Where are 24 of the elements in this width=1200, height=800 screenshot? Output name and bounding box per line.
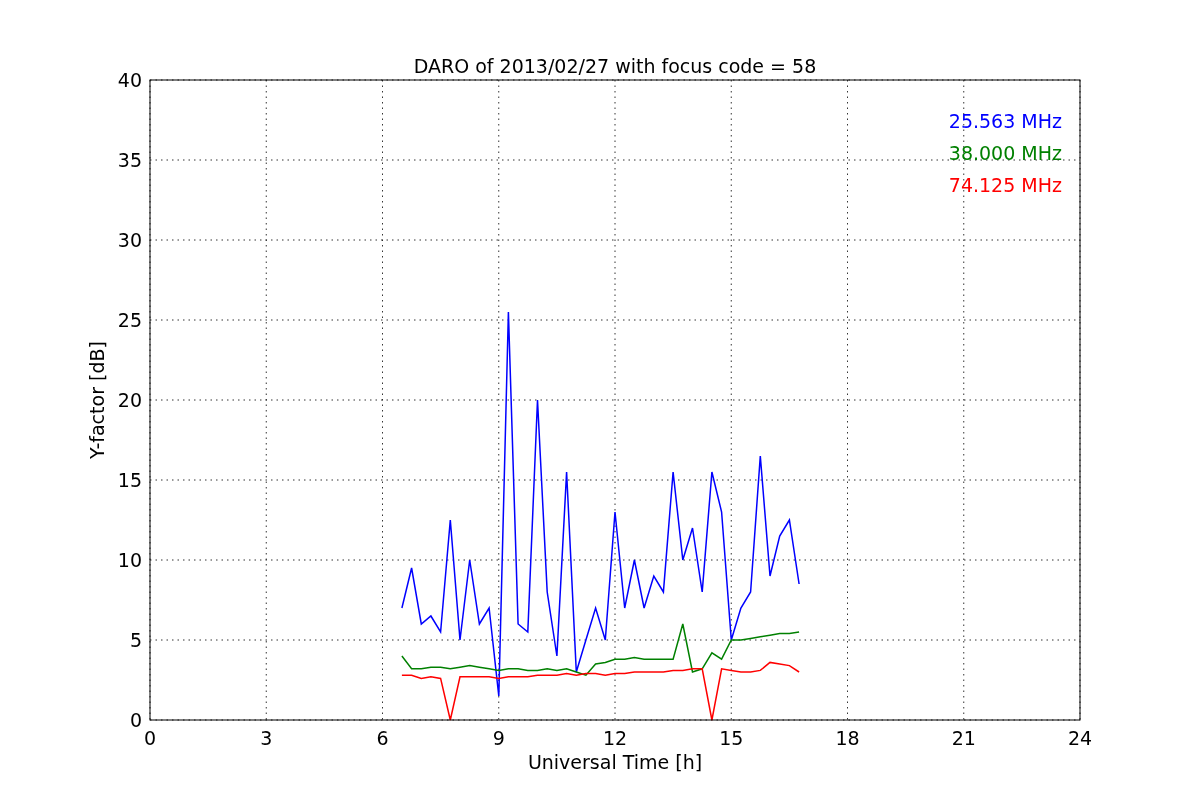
- x-tick-label: 6: [376, 727, 389, 749]
- x-tick-label: 12: [602, 727, 628, 749]
- legend-label: 25.563 MHz: [948, 110, 1062, 132]
- legend-label: 38.000 MHz: [948, 142, 1062, 164]
- y-tick-label: 0: [129, 709, 142, 731]
- y-tick-label: 5: [129, 629, 142, 651]
- x-axis-label: Universal Time [h]: [527, 751, 703, 773]
- legend-label: 74.125 MHz: [948, 174, 1062, 196]
- y-axis-label: Y-factor [dB]: [86, 341, 108, 459]
- y-tick-label: 15: [117, 469, 142, 491]
- y-tick-label: 40: [117, 69, 142, 91]
- x-tick-label: 0: [143, 727, 157, 749]
- chart-title: DARO of 2013/02/27 with focus code = 58: [413, 55, 817, 77]
- y-tick-label: 35: [117, 149, 142, 171]
- x-tick-label: 24: [1067, 727, 1093, 749]
- y-tick-label: 20: [117, 389, 142, 411]
- x-tick-label: 18: [835, 727, 860, 749]
- x-tick-label: 21: [951, 727, 976, 749]
- x-tick-label: 3: [260, 727, 273, 749]
- y-tick-label: 30: [117, 229, 142, 251]
- x-tick-label: 9: [492, 727, 505, 749]
- x-tick-label: 15: [719, 727, 744, 749]
- y-tick-label: 10: [117, 549, 142, 571]
- y-tick-label: 25: [117, 309, 142, 331]
